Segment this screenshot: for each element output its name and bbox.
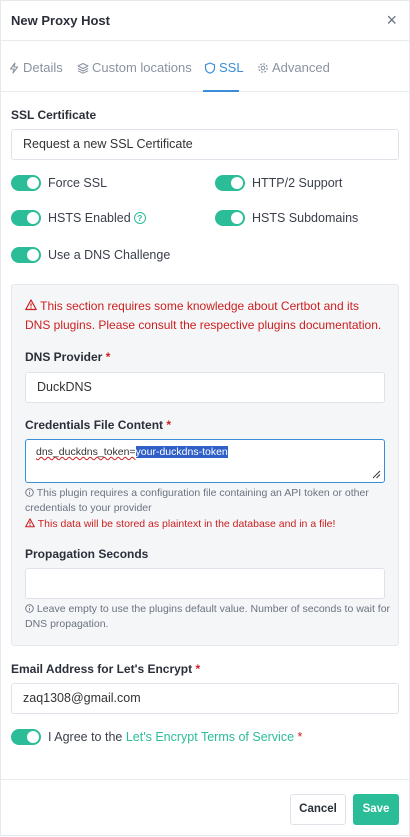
- warning-triangle-icon: [25, 518, 35, 528]
- dns-challenge-label: Use a DNS Challenge: [48, 248, 171, 262]
- modal-header: New Proxy Host ×: [1, 1, 410, 41]
- force-ssl-label: Force SSL: [48, 176, 108, 190]
- email-label: Email Address for Let's Encrypt *: [11, 662, 201, 676]
- tab-advanced-label: Advanced: [272, 60, 330, 75]
- shield-icon: [204, 62, 216, 74]
- modal-title: New Proxy Host: [11, 13, 110, 28]
- save-button[interactable]: Save: [353, 794, 399, 825]
- propagation-seconds-input[interactable]: [25, 568, 385, 599]
- credentials-plaintext-warning: This data will be stored as plaintext in…: [25, 517, 391, 532]
- propagation-label: Propagation Seconds: [25, 547, 149, 561]
- force-ssl-toggle[interactable]: Force SSL: [11, 175, 107, 191]
- http2-toggle[interactable]: HTTP/2 Support: [215, 175, 342, 191]
- credentials-plaintext-warning-text: This data will be stored as plaintext in…: [37, 518, 336, 530]
- gear-icon: [258, 63, 268, 73]
- tab-details-label: Details: [23, 60, 63, 75]
- tab-ssl[interactable]: SSL: [203, 41, 244, 92]
- required-mark: *: [297, 730, 303, 744]
- email-input[interactable]: zaq1308@gmail.com: [11, 683, 399, 714]
- hsts-subdomains-toggle[interactable]: HSTS Subdomains: [215, 210, 358, 226]
- credentials-hint-text: This plugin requires a configuration fil…: [25, 487, 369, 514]
- resize-handle-icon[interactable]: [372, 470, 381, 479]
- tab-custom-locations-label: Custom locations: [92, 60, 192, 75]
- hsts-subdomains-label: HSTS Subdomains: [252, 211, 359, 225]
- ssl-certificate-label: SSL Certificate: [11, 108, 97, 122]
- info-icon: [25, 488, 34, 497]
- credentials-textarea[interactable]: dns_duckdns_token=your-duckdns-token: [25, 439, 385, 483]
- hsts-enabled-label: HSTS Enabled: [48, 211, 131, 225]
- tab-bar: Details Custom locations SSL Advanced: [1, 41, 410, 92]
- credentials-prefix: dns_duckdns_token=: [36, 446, 136, 458]
- tab-advanced[interactable]: Advanced: [257, 41, 330, 92]
- propagation-hint: Leave empty to use the plugins default v…: [25, 602, 391, 632]
- agree-tos-switch[interactable]: [11, 729, 41, 745]
- modal-footer: Cancel Save: [1, 779, 410, 837]
- info-icon: [25, 604, 34, 613]
- tab-details[interactable]: Details: [8, 41, 63, 92]
- agree-tos-toggle[interactable]: I Agree to the Let's Encrypt Terms of Se…: [11, 729, 302, 745]
- credentials-selected-text: your-duckdns-token: [135, 446, 228, 458]
- credentials-label: Credentials File Content *: [25, 418, 172, 432]
- warning-triangle-icon: [25, 299, 37, 311]
- dns-warning: This section requires some knowledge abo…: [25, 297, 387, 335]
- tab-custom-locations[interactable]: Custom locations: [77, 41, 192, 92]
- tos-link[interactable]: Let's Encrypt Terms of Service: [126, 730, 294, 744]
- dns-provider-label: DNS Provider *: [25, 350, 111, 364]
- bolt-icon: [9, 62, 19, 74]
- agree-tos-prefix: I Agree to the: [48, 730, 126, 744]
- credentials-hint: This plugin requires a configuration fil…: [25, 486, 391, 516]
- hsts-subdomains-switch[interactable]: [215, 210, 245, 226]
- layers-icon: [77, 63, 89, 74]
- hsts-enabled-switch[interactable]: [11, 210, 41, 226]
- dns-warning-text: This section requires some knowledge abo…: [25, 299, 382, 332]
- tab-ssl-label: SSL: [219, 60, 244, 75]
- http2-label: HTTP/2 Support: [252, 176, 343, 190]
- help-icon[interactable]: ?: [133, 212, 146, 224]
- proxy-host-modal: New Proxy Host × Details Custom location…: [0, 0, 410, 836]
- propagation-hint-text: Leave empty to use the plugins default v…: [25, 603, 391, 630]
- hsts-enabled-toggle[interactable]: HSTS Enabled ?: [11, 210, 146, 226]
- dns-provider-select[interactable]: DuckDNS: [25, 372, 385, 403]
- dns-challenge-switch[interactable]: [11, 247, 41, 263]
- http2-switch[interactable]: [215, 175, 245, 191]
- close-icon[interactable]: ×: [386, 10, 397, 31]
- ssl-certificate-select[interactable]: Request a new SSL Certificate: [11, 129, 399, 160]
- cancel-button[interactable]: Cancel: [290, 794, 346, 825]
- force-ssl-switch[interactable]: [11, 175, 41, 191]
- dns-challenge-toggle[interactable]: Use a DNS Challenge: [11, 247, 170, 263]
